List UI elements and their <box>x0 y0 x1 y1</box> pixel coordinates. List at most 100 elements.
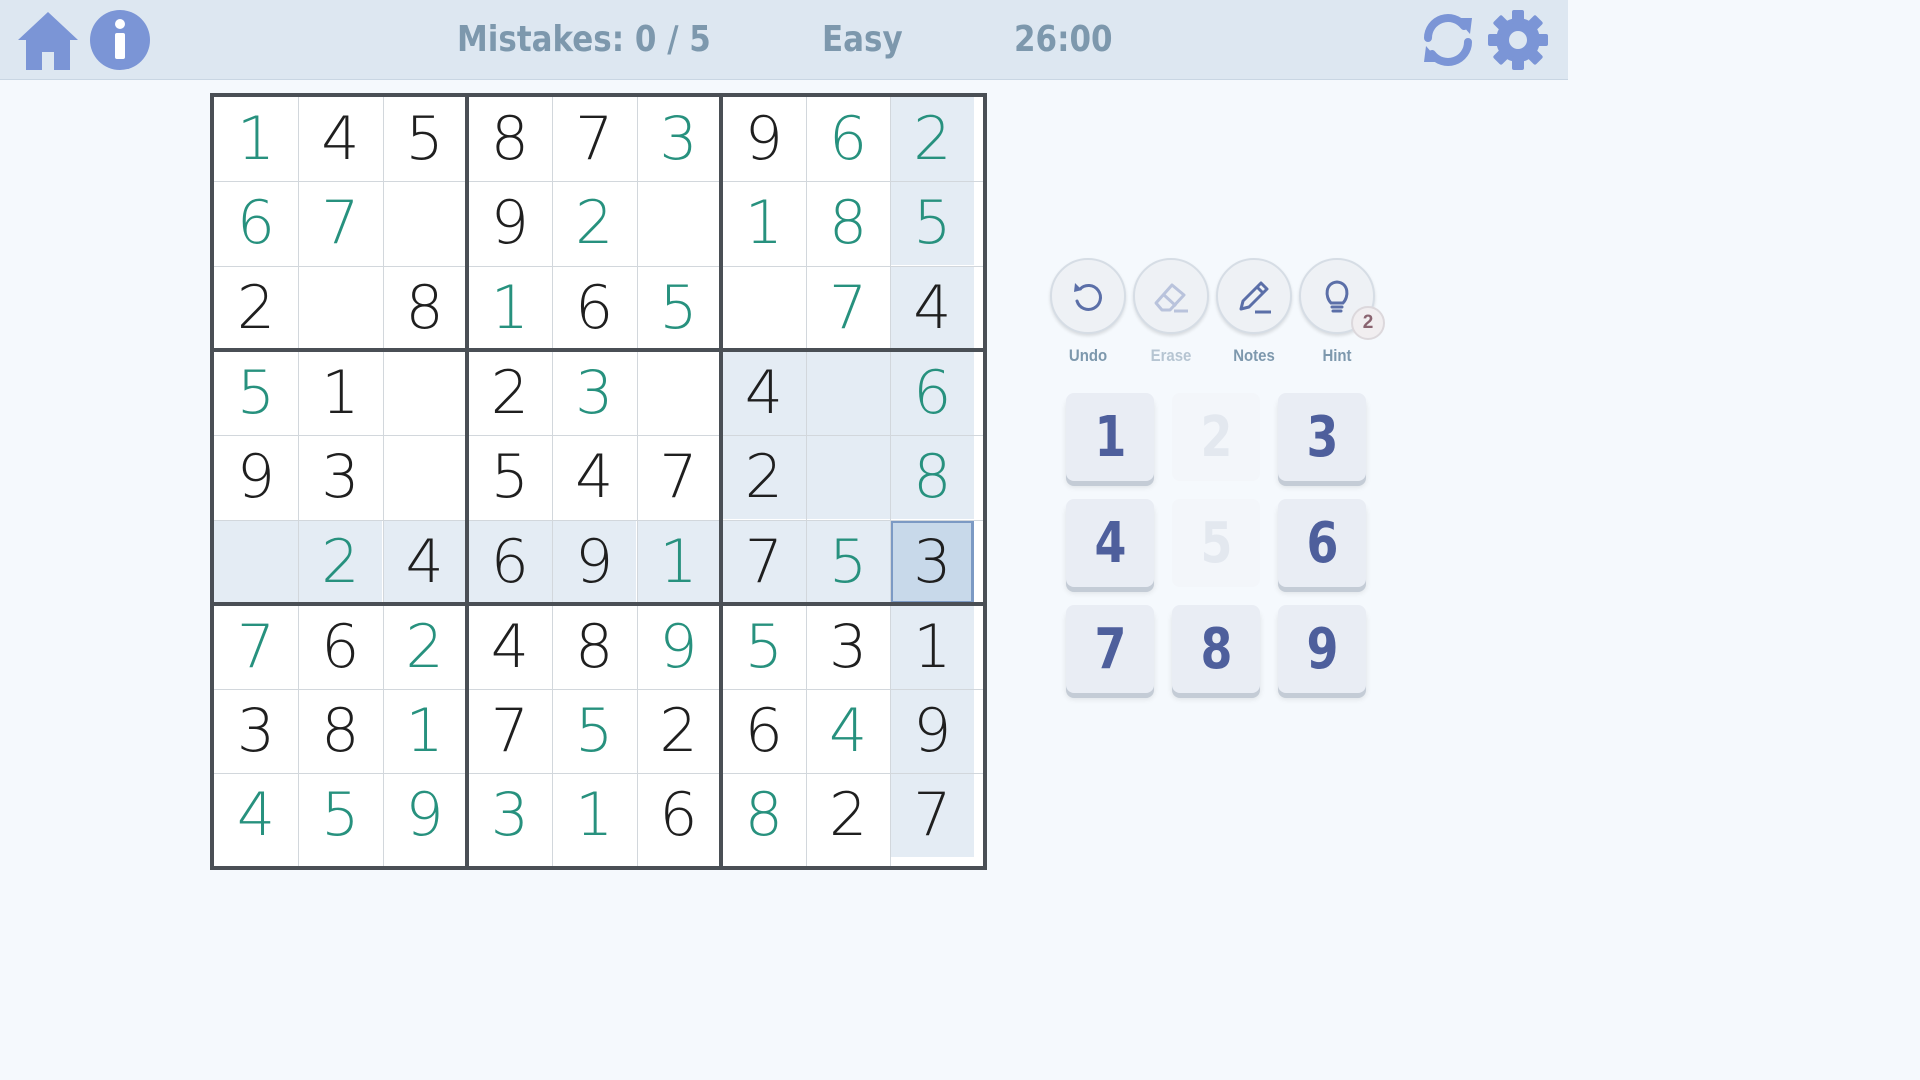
board-cell[interactable]: 1 <box>890 604 975 689</box>
board-cell[interactable]: 8 <box>806 181 890 265</box>
board-cell[interactable]: 2 <box>468 351 552 435</box>
number-key-6[interactable]: 6 <box>1278 499 1366 587</box>
board-cell[interactable]: 8 <box>722 773 806 857</box>
board-cell[interactable]: 6 <box>552 266 636 350</box>
board-cell[interactable]: 2 <box>298 519 383 604</box>
board-cell[interactable]: 4 <box>468 605 552 689</box>
board-cell[interactable] <box>806 350 891 435</box>
board-cell[interactable]: 9 <box>890 689 975 774</box>
board-cell[interactable]: 7 <box>298 181 382 265</box>
board-cell[interactable] <box>383 351 467 435</box>
mistakes-counter: Mistakes: 0 / 5 <box>457 19 711 60</box>
board-cell[interactable]: 7 <box>721 519 806 604</box>
board-cell[interactable] <box>722 266 806 350</box>
board-cell[interactable]: 5 <box>806 519 891 604</box>
board-cell[interactable]: 8 <box>383 266 467 350</box>
board-cell[interactable]: 5 <box>468 435 552 519</box>
board-cell[interactable]: 1 <box>722 181 806 265</box>
board-cell[interactable]: 1 <box>636 519 721 604</box>
board-cell[interactable]: 5 <box>298 773 382 857</box>
board-cell[interactable]: 9 <box>637 605 721 689</box>
number-key-7[interactable]: 7 <box>1066 605 1154 693</box>
board-cell[interactable]: 6 <box>722 689 806 773</box>
board-cell[interactable]: 8 <box>298 689 382 773</box>
board-cell[interactable]: 4 <box>721 350 806 435</box>
board-cell[interactable]: 2 <box>637 689 721 773</box>
board-cell[interactable]: 8 <box>468 97 552 181</box>
board-cell[interactable]: 2 <box>214 266 298 350</box>
undo-button[interactable]: Undo <box>1050 258 1126 366</box>
board-cell[interactable]: 4 <box>552 435 636 519</box>
board-cell[interactable]: 6 <box>214 181 298 265</box>
board-cell[interactable]: 4 <box>214 773 298 857</box>
board-cell[interactable]: 7 <box>890 773 975 858</box>
board-cell[interactable] <box>383 435 467 519</box>
board-cell[interactable]: 1 <box>468 266 552 350</box>
hint-button[interactable]: 2 Hint <box>1299 258 1385 366</box>
board-cell[interactable]: 6 <box>806 97 890 181</box>
board-cell[interactable]: 6 <box>890 350 975 435</box>
number-key-1[interactable]: 1 <box>1066 393 1154 481</box>
board-cell[interactable]: 7 <box>552 97 636 181</box>
board-cell[interactable]: 3 <box>890 519 975 604</box>
number-key-8[interactable]: 8 <box>1172 605 1260 693</box>
grid-line <box>890 93 892 870</box>
number-key-2[interactable]: 2 <box>1172 393 1260 481</box>
board-cell[interactable]: 6 <box>298 605 382 689</box>
notes-button[interactable]: Notes <box>1216 258 1292 366</box>
settings-button[interactable] <box>1486 8 1550 72</box>
board-cell[interactable] <box>806 435 891 520</box>
board-cell[interactable]: 9 <box>383 773 467 857</box>
number-key-4[interactable]: 4 <box>1066 499 1154 587</box>
board-cell[interactable]: 8 <box>552 605 636 689</box>
board-cell[interactable]: 5 <box>637 266 721 350</box>
board-cell[interactable]: 2 <box>806 773 890 857</box>
board-cell[interactable]: 6 <box>467 519 552 604</box>
board-cell[interactable]: 4 <box>382 519 467 604</box>
board-cell[interactable]: 5 <box>552 689 636 773</box>
board-cell[interactable]: 9 <box>214 435 298 519</box>
board-cell[interactable]: 5 <box>890 181 975 266</box>
board-cell[interactable]: 9 <box>468 181 552 265</box>
board-cell[interactable]: 2 <box>721 435 806 520</box>
board-cell[interactable] <box>637 351 721 435</box>
board-cell[interactable]: 5 <box>383 97 467 181</box>
board-cell[interactable]: 1 <box>298 351 382 435</box>
board-cell[interactable]: 3 <box>214 689 298 773</box>
number-key-9[interactable]: 9 <box>1278 605 1366 693</box>
board-cell[interactable]: 4 <box>298 97 382 181</box>
board-cell[interactable]: 6 <box>637 773 721 857</box>
board-cell[interactable]: 8 <box>890 435 975 520</box>
board-cell[interactable]: 7 <box>468 689 552 773</box>
number-key-3[interactable]: 3 <box>1278 393 1366 481</box>
board-cell[interactable]: 2 <box>890 97 975 181</box>
board-cell[interactable] <box>637 181 721 265</box>
board-cell[interactable]: 1 <box>214 97 298 181</box>
board-cell[interactable]: 3 <box>468 773 552 857</box>
info-button[interactable] <box>88 8 152 72</box>
board-cell[interactable]: 3 <box>806 605 890 689</box>
board-cell[interactable]: 2 <box>552 181 636 265</box>
board-cell[interactable]: 7 <box>637 435 721 519</box>
home-button[interactable] <box>16 8 80 72</box>
number-key-5[interactable]: 5 <box>1172 499 1260 587</box>
board-cell[interactable]: 5 <box>722 605 806 689</box>
board-cell[interactable]: 3 <box>552 351 636 435</box>
erase-button[interactable]: Erase <box>1133 258 1209 366</box>
board-cell[interactable]: 9 <box>552 519 637 604</box>
board-cell[interactable]: 5 <box>214 351 298 435</box>
board-cell[interactable]: 1 <box>383 689 467 773</box>
board-cell[interactable]: 1 <box>552 773 636 857</box>
board-cell[interactable] <box>383 181 467 265</box>
board-cell[interactable]: 4 <box>806 689 890 773</box>
board-cell[interactable]: 7 <box>806 266 890 350</box>
board-cell[interactable]: 2 <box>383 605 467 689</box>
board-cell[interactable]: 7 <box>214 605 298 689</box>
restart-button[interactable] <box>1416 8 1480 72</box>
board-cell[interactable]: 3 <box>637 97 721 181</box>
board-cell[interactable] <box>298 266 382 350</box>
board-cell[interactable]: 9 <box>722 97 806 181</box>
board-cell[interactable]: 4 <box>890 265 975 350</box>
board-cell[interactable] <box>214 519 298 604</box>
board-cell[interactable]: 3 <box>298 435 382 519</box>
